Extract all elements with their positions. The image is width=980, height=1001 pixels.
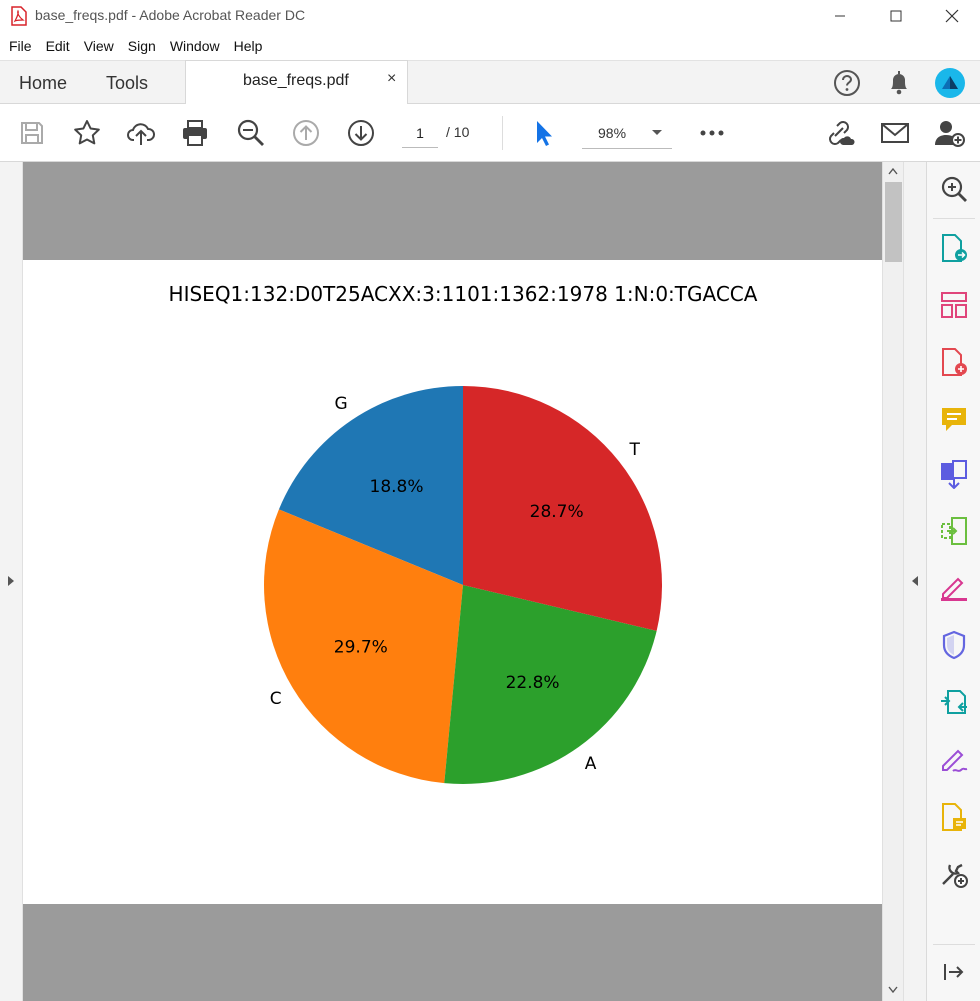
vertical-scrollbar[interactable] [882, 162, 903, 1001]
menu-bar: File Edit View Sign Window Help [0, 32, 980, 60]
pie-pct-label-T: 28.7% [530, 502, 584, 522]
document-tab-label: base_freqs.pdf [243, 72, 349, 89]
pie-category-label-G: G [335, 394, 348, 414]
acrobat-pdf-icon [11, 6, 27, 26]
pane-divider [933, 944, 975, 945]
page-number-input[interactable]: 1 [402, 118, 438, 148]
document-viewport[interactable]: HISEQ1:132:D0T25ACXX:3:1101:1362:1978 1:… [23, 162, 882, 1001]
menu-sign[interactable]: Sign [121, 32, 163, 60]
pie-category-label-A: A [585, 754, 597, 774]
pdf-page: HISEQ1:132:D0T25ACXX:3:1101:1362:1978 1:… [23, 260, 882, 904]
chart-title: HISEQ1:132:D0T25ACXX:3:1101:1362:1978 1:… [169, 282, 758, 306]
menu-edit[interactable]: Edit [39, 32, 77, 60]
collapse-right-pane-icon[interactable] [911, 575, 919, 587]
main-toolbar [0, 104, 980, 162]
avatar[interactable] [934, 67, 966, 99]
pie-chart: HISEQ1:132:D0T25ACXX:3:1101:1362:1978 1:… [169, 282, 758, 784]
menu-window[interactable]: Window [163, 32, 227, 60]
select-cursor-icon[interactable] [526, 116, 560, 150]
close-tab-icon[interactable]: × [387, 70, 396, 88]
organize-pages-icon[interactable] [939, 290, 969, 320]
close-window-button[interactable] [924, 0, 980, 32]
fill-sign-icon[interactable] [939, 573, 969, 603]
pane-divider [933, 218, 975, 219]
scrollbar-thumb[interactable] [885, 182, 902, 262]
pie-category-label-T: T [628, 440, 640, 460]
pie-pct-label-G: 18.8% [370, 477, 424, 497]
compress-pdf-icon[interactable] [939, 516, 969, 546]
page-total: / 10 [446, 124, 470, 140]
create-pdf-icon[interactable] [939, 347, 969, 377]
tab-bar: Home Tools base_freqs.pdf × [0, 60, 980, 105]
upload-cloud-icon[interactable] [124, 116, 158, 150]
maximize-button[interactable] [868, 0, 924, 32]
print-icon[interactable] [178, 116, 212, 150]
search-zoom-icon[interactable] [939, 174, 969, 204]
tab-document[interactable]: base_freqs.pdf × [185, 60, 408, 105]
share-link-icon[interactable] [822, 116, 856, 150]
left-nav-collapsed[interactable] [0, 162, 23, 1001]
scan-ocr-icon[interactable] [939, 802, 969, 832]
combine-files-icon[interactable] [939, 459, 969, 489]
tab-home[interactable]: Home [19, 61, 67, 105]
expand-left-pane-icon[interactable] [7, 575, 15, 587]
help-icon[interactable] [833, 69, 861, 97]
toolbar-divider [502, 116, 503, 150]
send-review-icon[interactable] [939, 687, 969, 717]
collapse-pane-icon[interactable] [939, 957, 969, 987]
window-title: base_freqs.pdf - Adobe Acrobat Reader DC [35, 7, 306, 23]
page-down-icon[interactable] [344, 116, 378, 150]
zoom-out-icon[interactable] [234, 116, 268, 150]
save-icon[interactable] [15, 116, 49, 150]
bookmark-star-icon[interactable] [70, 116, 104, 150]
page-up-icon[interactable] [289, 116, 323, 150]
menu-file[interactable]: File [2, 32, 39, 60]
tab-tools[interactable]: Tools [106, 61, 148, 105]
more-tools-icon[interactable] [939, 859, 969, 889]
scroll-down-icon[interactable] [888, 986, 898, 993]
notifications-bell-icon[interactable] [886, 69, 912, 97]
zoom-level-input[interactable]: 98% [582, 118, 672, 149]
menu-view[interactable]: View [77, 32, 121, 60]
menu-help[interactable]: Help [227, 32, 270, 60]
add-user-icon[interactable] [933, 116, 967, 150]
minimize-button[interactable] [812, 0, 868, 32]
more-icon[interactable] [695, 116, 729, 150]
pie-category-label-C: C [270, 689, 282, 709]
pie-pct-label-C: 29.7% [334, 638, 388, 658]
protect-shield-icon[interactable] [939, 630, 969, 660]
comment-icon[interactable] [939, 404, 969, 434]
email-icon[interactable] [878, 116, 912, 150]
tools-pane [926, 162, 980, 1001]
export-pdf-icon[interactable] [939, 233, 969, 263]
request-signature-icon[interactable] [939, 745, 969, 775]
right-pane-toggle-strip[interactable] [903, 162, 926, 1001]
pie-pct-label-A: 22.8% [506, 673, 560, 693]
scroll-up-icon[interactable] [888, 168, 898, 175]
window-titlebar: base_freqs.pdf - Adobe Acrobat Reader DC [0, 0, 980, 32]
